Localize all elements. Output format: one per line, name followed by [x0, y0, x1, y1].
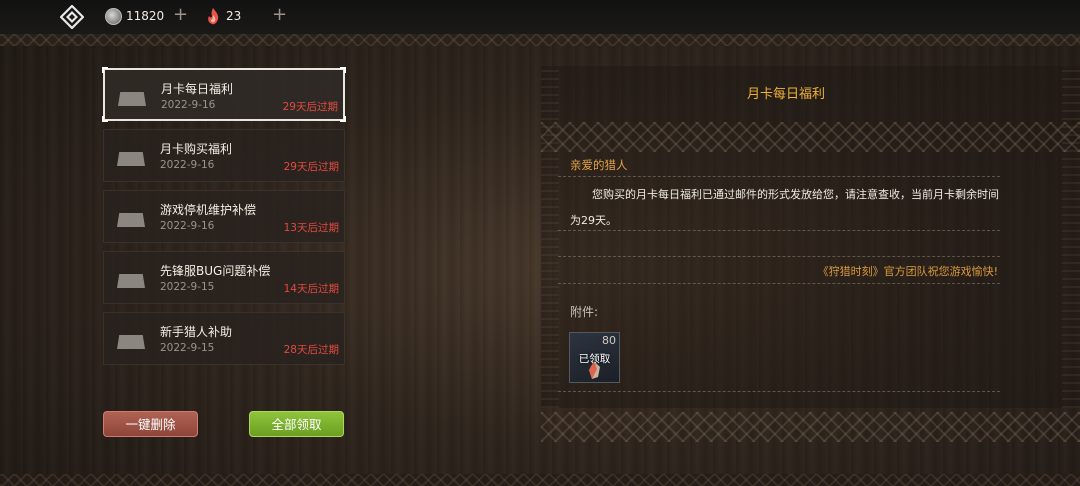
mail-expiry: 28天后过期 — [283, 344, 339, 356]
opened-mail-icon — [117, 335, 145, 349]
bottom-decorative-border — [0, 474, 1080, 486]
divider — [558, 283, 1000, 284]
mail-item[interactable]: 新手猎人补助 2022-9-15 28天后过期 — [103, 312, 345, 365]
flame-amount: 23 — [226, 9, 242, 23]
mail-title: 月卡每日福利 — [161, 82, 234, 96]
panel-decorative-band — [541, 122, 1080, 152]
coin-amount: 11820 — [126, 9, 165, 23]
panel-decorative-band — [541, 412, 1080, 442]
mail-date: 2022-9-15 — [160, 342, 215, 354]
mail-title: 先锋服BUG问题补偿 — [160, 264, 271, 278]
mail-date: 2022-9-16 — [161, 99, 216, 111]
opened-mail-icon — [117, 152, 145, 166]
add-coins-plus-icon[interactable]: + — [173, 5, 188, 25]
delete-all-button[interactable]: 一键删除 — [103, 411, 198, 437]
mail-detail-title: 月卡每日福利 — [746, 87, 825, 102]
mail-title: 游戏停机维护补偿 — [160, 203, 257, 217]
coin-counter: 11820 — [105, 6, 164, 26]
game-logo-icon[interactable] — [60, 5, 84, 29]
panel-left-pattern — [541, 66, 559, 408]
attachment-count: 80 — [602, 334, 616, 347]
mail-expiry: 13天后过期 — [283, 222, 339, 234]
mail-title: 新手猎人补助 — [160, 325, 233, 339]
divider — [558, 176, 1000, 177]
mail-date: 2022-9-15 — [160, 281, 215, 293]
mail-item[interactable]: 游戏停机维护补偿 2022-9-16 13天后过期 — [103, 190, 345, 243]
coin-icon — [105, 7, 122, 25]
opened-mail-icon — [118, 92, 146, 106]
mail-expiry: 29天后过期 — [283, 161, 339, 173]
opened-mail-icon — [117, 213, 145, 227]
selection-corner — [340, 116, 346, 122]
claim-all-button[interactable]: 全部领取 — [249, 411, 344, 437]
divider — [558, 256, 1000, 257]
mail-signature: 《狩猎时刻》官方团队祝您游戏愉快! — [817, 265, 998, 278]
attachment-label: 附件: — [570, 305, 599, 319]
panel-right-pattern — [1062, 66, 1080, 408]
mail-title: 月卡购买福利 — [160, 142, 233, 156]
opened-mail-icon — [117, 274, 145, 288]
attachment-item[interactable]: 80 已领取 — [569, 332, 620, 383]
mail-expiry: 14天后过期 — [283, 283, 339, 295]
selection-corner — [102, 116, 108, 122]
mail-expiry: 29天后过期 — [282, 101, 338, 113]
mail-date: 2022-9-16 — [160, 159, 215, 171]
mail-item[interactable]: 先锋服BUG问题补偿 2022-9-15 14天后过期 — [103, 251, 345, 304]
top-decorative-border — [0, 34, 1080, 46]
mail-detail-panel — [541, 66, 1080, 408]
divider — [558, 230, 1000, 231]
flame-counter: 23 — [206, 6, 241, 26]
selection-corner — [102, 67, 108, 73]
mail-greeting: 亲爱的猎人 — [570, 158, 628, 172]
attachment-claimed-status: 已领取 — [578, 353, 611, 365]
add-flames-plus-icon[interactable]: + — [272, 5, 287, 25]
mail-item[interactable]: 月卡购买福利 2022-9-16 29天后过期 — [103, 129, 345, 182]
selection-corner — [340, 67, 346, 73]
divider — [558, 391, 1000, 392]
mail-item[interactable]: 月卡每日福利 2022-9-16 29天后过期 — [102, 67, 346, 122]
mail-body-text: 您购买的月卡每日福利已通过邮件的形式发放给您，请注意查收，当前月卡剩余时间为29… — [570, 188, 999, 227]
flame-crystal-icon — [208, 7, 219, 24]
mail-date: 2022-9-16 — [160, 220, 215, 232]
